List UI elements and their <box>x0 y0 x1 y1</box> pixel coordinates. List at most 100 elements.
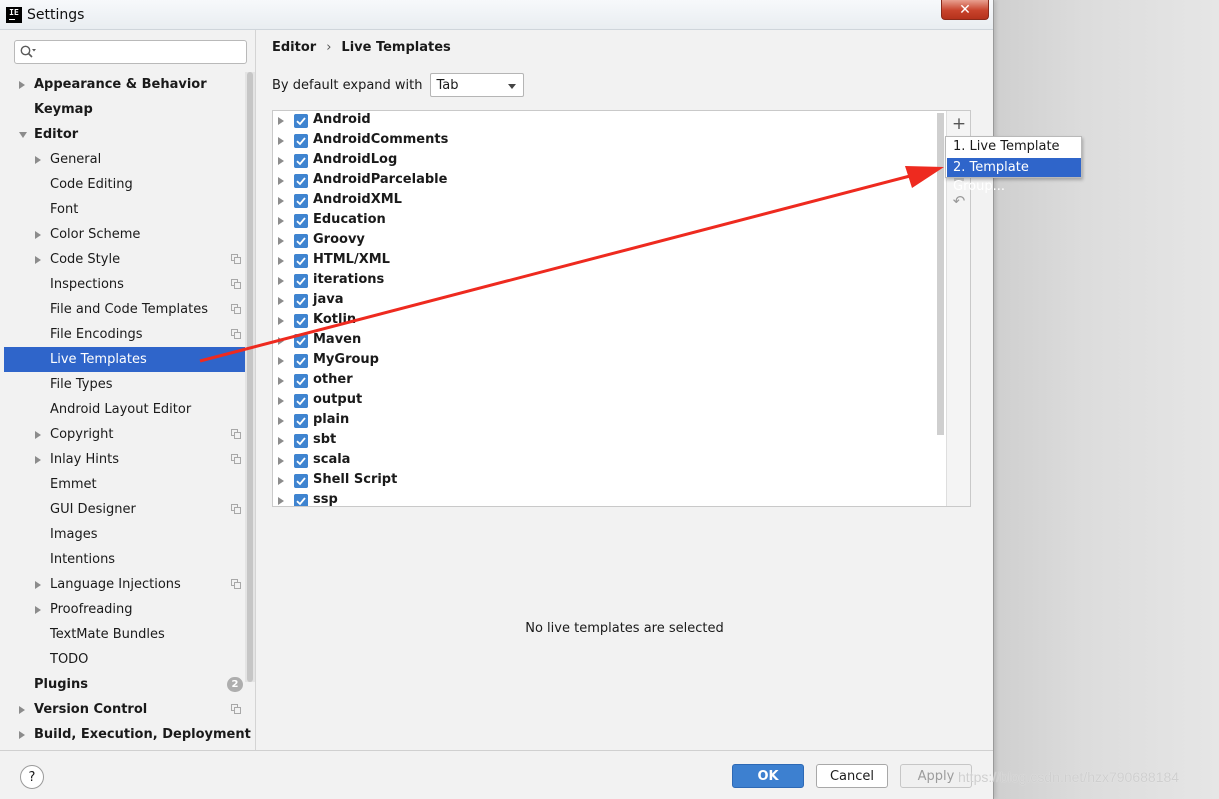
group-enabled-checkbox[interactable] <box>294 274 308 288</box>
sidebar-item-font[interactable]: Font <box>4 197 245 222</box>
template-group-row[interactable]: MyGroup <box>273 351 938 371</box>
template-group-row[interactable]: AndroidComments <box>273 131 938 151</box>
template-group-row[interactable]: ssp <box>273 491 938 507</box>
chevron-right-icon[interactable] <box>278 177 284 185</box>
sidebar-scrollbar[interactable] <box>245 72 255 682</box>
sidebar-item-file-and-code-templates[interactable]: File and Code Templates <box>4 297 245 322</box>
template-group-row[interactable]: scala <box>273 451 938 471</box>
expand-with-select[interactable]: Tab <box>429 73 524 97</box>
chevron-right-icon[interactable] <box>278 357 284 365</box>
chevron-right-icon[interactable] <box>19 706 25 714</box>
search-input[interactable] <box>39 43 243 61</box>
sidebar-item-code-editing[interactable]: Code Editing <box>4 172 245 197</box>
group-enabled-checkbox[interactable] <box>294 134 308 148</box>
chevron-right-icon[interactable] <box>278 137 284 145</box>
chevron-down-icon[interactable] <box>19 132 27 138</box>
group-enabled-checkbox[interactable] <box>294 154 308 168</box>
chevron-right-icon[interactable] <box>278 377 284 385</box>
sidebar-item-color-scheme[interactable]: Color Scheme <box>4 222 245 247</box>
sidebar-item-textmate-bundles[interactable]: TextMate Bundles <box>4 622 245 647</box>
sidebar-item-code-style[interactable]: Code Style <box>4 247 245 272</box>
template-group-row[interactable]: AndroidLog <box>273 151 938 171</box>
group-enabled-checkbox[interactable] <box>294 174 308 188</box>
sidebar-item-appearance-behavior[interactable]: Appearance & Behavior <box>4 72 245 97</box>
sidebar-item-file-types[interactable]: File Types <box>4 372 245 397</box>
template-group-row[interactable]: Shell Script <box>273 471 938 491</box>
sidebar-item-emmet[interactable]: Emmet <box>4 472 245 497</box>
template-group-row[interactable]: other <box>273 371 938 391</box>
template-group-row[interactable]: Groovy <box>273 231 938 251</box>
chevron-right-icon[interactable] <box>35 581 41 589</box>
sidebar-item-android-layout-editor[interactable]: Android Layout Editor <box>4 397 245 422</box>
chevron-right-icon[interactable] <box>19 731 25 739</box>
sidebar-item-live-templates[interactable]: Live Templates <box>4 347 245 372</box>
ok-button[interactable]: OK <box>732 764 804 788</box>
group-enabled-checkbox[interactable] <box>294 434 308 448</box>
chevron-right-icon[interactable] <box>278 337 284 345</box>
menu-item-live-template[interactable]: 1. Live Template <box>947 137 1081 156</box>
group-enabled-checkbox[interactable] <box>294 354 308 368</box>
settings-search[interactable] <box>14 40 247 64</box>
group-enabled-checkbox[interactable] <box>294 314 308 328</box>
close-window-button[interactable]: ✕ <box>941 0 989 20</box>
group-enabled-checkbox[interactable] <box>294 114 308 128</box>
sidebar-item-editor[interactable]: Editor <box>4 122 245 147</box>
sidebar-scrollbar-thumb[interactable] <box>247 72 253 682</box>
chevron-right-icon[interactable] <box>278 217 284 225</box>
group-enabled-checkbox[interactable] <box>294 294 308 308</box>
sidebar-item-general[interactable]: General <box>4 147 245 172</box>
breadcrumb-parent[interactable]: Editor <box>272 40 316 55</box>
chevron-right-icon[interactable] <box>35 156 41 164</box>
chevron-right-icon[interactable] <box>278 437 284 445</box>
template-group-row[interactable]: Maven <box>273 331 938 351</box>
templates-scrollbar-thumb[interactable] <box>937 113 944 435</box>
add-button[interactable]: + <box>951 116 967 133</box>
chevron-right-icon[interactable] <box>35 431 41 439</box>
chevron-right-icon[interactable] <box>278 257 284 265</box>
template-group-row[interactable]: AndroidXML <box>273 191 938 211</box>
template-group-row[interactable]: output <box>273 391 938 411</box>
chevron-right-icon[interactable] <box>278 157 284 165</box>
group-enabled-checkbox[interactable] <box>294 394 308 408</box>
group-enabled-checkbox[interactable] <box>294 414 308 428</box>
sidebar-item-images[interactable]: Images <box>4 522 245 547</box>
sidebar-item-keymap[interactable]: Keymap <box>4 97 245 122</box>
template-group-row[interactable]: AndroidParcelable <box>273 171 938 191</box>
template-group-row[interactable]: HTML/XML <box>273 251 938 271</box>
chevron-right-icon[interactable] <box>19 81 25 89</box>
chevron-right-icon[interactable] <box>278 457 284 465</box>
chevron-right-icon[interactable] <box>278 197 284 205</box>
group-enabled-checkbox[interactable] <box>294 214 308 228</box>
template-group-row[interactable]: plain <box>273 411 938 431</box>
chevron-right-icon[interactable] <box>35 606 41 614</box>
sidebar-item-file-encodings[interactable]: File Encodings <box>4 322 245 347</box>
cancel-button[interactable]: Cancel <box>816 764 888 788</box>
group-enabled-checkbox[interactable] <box>294 334 308 348</box>
group-enabled-checkbox[interactable] <box>294 254 308 268</box>
group-enabled-checkbox[interactable] <box>294 454 308 468</box>
sidebar-item-intentions[interactable]: Intentions <box>4 547 245 572</box>
chevron-right-icon[interactable] <box>35 456 41 464</box>
template-group-row[interactable]: java <box>273 291 938 311</box>
chevron-right-icon[interactable] <box>278 277 284 285</box>
sidebar-item-copyright[interactable]: Copyright <box>4 422 245 447</box>
sidebar-item-version-control[interactable]: Version Control <box>4 697 245 722</box>
sidebar-item-inlay-hints[interactable]: Inlay Hints <box>4 447 245 472</box>
menu-item-template-group[interactable]: 2. Template Group... <box>947 158 1081 194</box>
template-group-row[interactable]: sbt <box>273 431 938 451</box>
template-group-row[interactable]: Education <box>273 211 938 231</box>
chevron-right-icon[interactable] <box>278 297 284 305</box>
help-button[interactable]: ? <box>20 765 44 789</box>
group-enabled-checkbox[interactable] <box>294 234 308 248</box>
group-enabled-checkbox[interactable] <box>294 494 308 507</box>
template-group-row[interactable]: Android <box>273 111 938 131</box>
templates-scrollbar[interactable] <box>935 111 945 436</box>
chevron-right-icon[interactable] <box>278 317 284 325</box>
chevron-right-icon[interactable] <box>35 256 41 264</box>
chevron-right-icon[interactable] <box>278 497 284 505</box>
template-group-row[interactable]: iterations <box>273 271 938 291</box>
sidebar-item-todo[interactable]: TODO <box>4 647 245 672</box>
template-group-row[interactable]: Kotlin <box>273 311 938 331</box>
sidebar-item-build-execution-deployment[interactable]: Build, Execution, Deployment <box>4 722 251 747</box>
sidebar-item-language-injections[interactable]: Language Injections <box>4 572 245 597</box>
